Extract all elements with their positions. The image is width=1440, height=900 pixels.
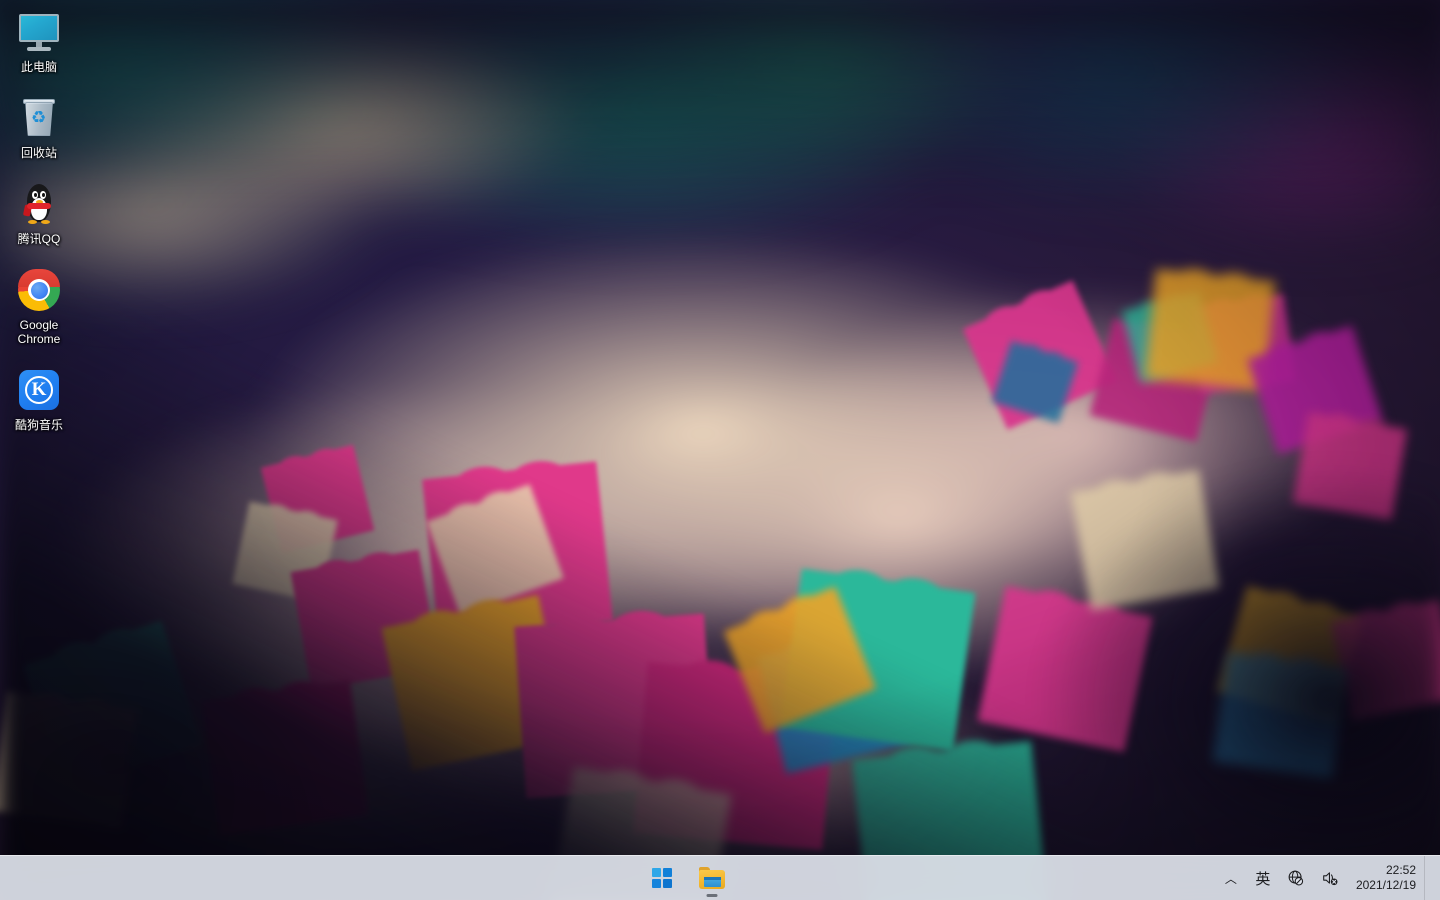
desktop-icon-label: 回收站	[20, 146, 57, 160]
tray-overflow-button[interactable]: ︿	[1216, 860, 1246, 896]
desktop-icon-label: Google Chrome	[17, 318, 61, 346]
system-tray: ︿ 英 22:52 2021/12/19	[1216, 855, 1440, 900]
desktop-icon-label: 腾讯QQ	[17, 232, 61, 246]
start-button[interactable]	[640, 858, 684, 898]
chrome-icon	[15, 266, 63, 314]
tray-ime-indicator[interactable]: 英	[1248, 860, 1278, 896]
taskbar-clock[interactable]: 22:52 2021/12/19	[1348, 858, 1422, 898]
globe-no-internet-icon	[1288, 870, 1304, 886]
taskbar[interactable]: ︿ 英 22:52 2021/12/19	[0, 855, 1440, 900]
show-desktop-button[interactable]	[1424, 855, 1430, 900]
clock-time: 22:52	[1385, 863, 1416, 877]
file-explorer-icon	[699, 867, 725, 889]
running-indicator	[706, 894, 718, 897]
taskbar-item-file-explorer[interactable]	[690, 858, 734, 898]
kugou-icon: K	[15, 366, 63, 414]
desktop-icon-label: 此电脑	[20, 60, 57, 74]
desktop-icon-tencent-qq[interactable]: 腾讯QQ	[2, 176, 76, 252]
clock-date: 2021/12/19	[1355, 878, 1416, 892]
desktop-icon-kugou-music[interactable]: K 酷狗音乐	[2, 362, 76, 438]
speaker-muted-icon	[1323, 872, 1338, 886]
chevron-up-icon: ︿	[1224, 871, 1237, 886]
desktop-icon-grid: 此电脑 ♻ 回收站 腾讯QQ Google Chrome K 酷狗音乐	[2, 4, 78, 448]
taskbar-app-area	[640, 856, 734, 900]
tray-network-button[interactable]	[1280, 860, 1312, 896]
desktop-icon-google-chrome[interactable]: Google Chrome	[2, 262, 76, 352]
desktop-wallpaper	[0, 0, 1440, 900]
recycle-bin-icon: ♻	[15, 94, 63, 142]
qq-penguin-icon	[15, 180, 63, 228]
ime-label: 英	[1255, 870, 1271, 888]
desktop-icon-this-pc[interactable]: 此电脑	[2, 4, 76, 80]
monitor-icon	[15, 8, 63, 56]
tray-volume-button[interactable]	[1314, 860, 1346, 896]
windows-logo-icon	[652, 868, 672, 888]
desktop-icon-label: 酷狗音乐	[14, 418, 63, 432]
desktop-icon-recycle-bin[interactable]: ♻ 回收站	[2, 90, 76, 166]
desktop[interactable]: 此电脑 ♻ 回收站 腾讯QQ Google Chrome K 酷狗音乐 ︿ 英 …	[0, 0, 1440, 900]
taskbar-left-spacer	[0, 856, 640, 900]
